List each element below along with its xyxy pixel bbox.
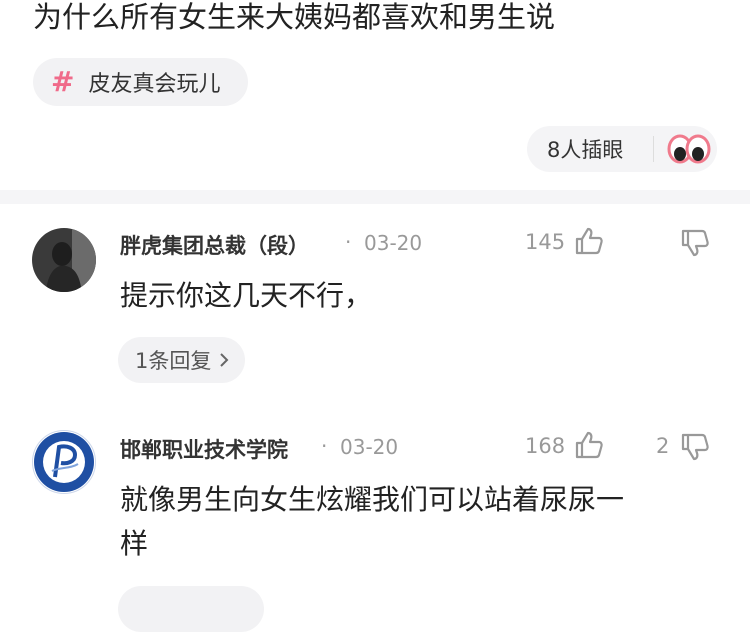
meta-dot: · xyxy=(345,230,352,254)
meta-dot: · xyxy=(321,434,328,458)
dislike-count: 2 xyxy=(656,434,670,458)
comment-item: 邯郸职业技术学院 · 03-20 168 2 就像男生向女生炫耀我们可以站着尿尿… xyxy=(0,404,750,632)
like-count: 145 xyxy=(525,230,566,254)
thumb-up-icon[interactable] xyxy=(574,226,604,256)
comment-text: 就像男生向女生炫耀我们可以站着尿尿一 样 xyxy=(120,478,624,566)
comment-author[interactable]: 胖虎集团总裁（段） xyxy=(120,230,309,260)
replies-button[interactable] xyxy=(118,586,264,632)
comment-text: 提示你这几天不行， xyxy=(120,279,373,312)
thumb-down-icon[interactable] xyxy=(680,228,710,258)
comment-item: 胖虎集团总裁（段） · 03-20 145 提示你这几天不行， 1条回复 xyxy=(0,204,750,404)
replies-button[interactable]: 1条回复 xyxy=(118,337,246,383)
post-title: 为什么所有女生来大姨妈都喜欢和男生说 xyxy=(33,0,556,34)
topic-chip[interactable]: # 皮友真会玩儿 xyxy=(33,58,248,106)
eyes-icon xyxy=(667,134,711,164)
chevron-right-icon xyxy=(220,353,229,367)
pill-divider xyxy=(653,136,654,162)
thumb-down-icon[interactable] xyxy=(680,432,710,462)
school-logo[interactable] xyxy=(32,430,96,494)
comment-date: 03-20 xyxy=(364,231,423,255)
hash-icon: # xyxy=(51,65,75,98)
peek-button[interactable]: 8人插眼 xyxy=(527,126,717,172)
topic-label: 皮友真会玩儿 xyxy=(88,72,221,97)
comment-text-line: 样 xyxy=(120,527,149,560)
thumb-up-icon[interactable] xyxy=(574,430,604,460)
avatar-photo[interactable] xyxy=(32,228,96,292)
peek-label: 8人插眼 xyxy=(547,138,624,162)
replies-label: 1条回复 xyxy=(135,349,212,373)
comment-text-line: 就像男生向女生炫耀我们可以站着尿尿一 xyxy=(120,483,625,516)
comment-date: 03-20 xyxy=(340,435,399,459)
section-separator xyxy=(0,190,750,204)
comment-author[interactable]: 邯郸职业技术学院 xyxy=(120,434,288,464)
like-count: 168 xyxy=(525,434,566,458)
